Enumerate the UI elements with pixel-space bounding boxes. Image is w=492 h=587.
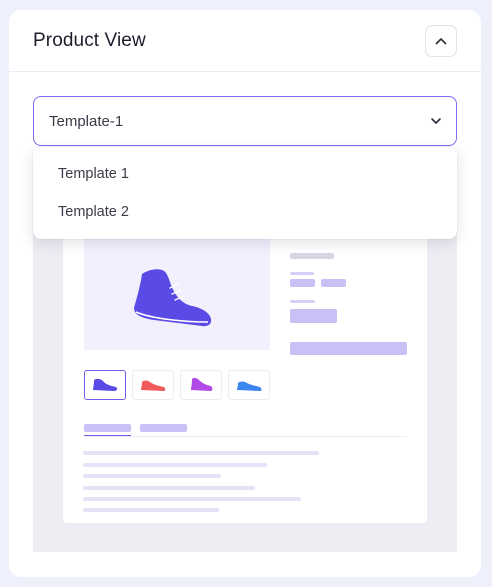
- price-chip-1: [290, 279, 315, 287]
- price-chip-2: [321, 279, 346, 287]
- tabs-divider: [84, 436, 407, 437]
- rating-stars: [290, 253, 334, 259]
- qty-label-line: [290, 300, 315, 303]
- chevron-up-icon: [435, 38, 447, 45]
- panel-title: Product View: [33, 30, 146, 51]
- qty-stepper: [290, 309, 337, 323]
- tab-placeholder-1: [84, 424, 131, 432]
- thumbnail-4: [228, 370, 270, 400]
- sneaker-icon: [237, 381, 262, 391]
- sneaker-icon: [141, 380, 166, 391]
- thumbnail-3: [180, 370, 222, 400]
- thumbnail-2: [132, 370, 174, 400]
- sneaker-icon: [134, 269, 212, 327]
- product-view-panel: Product View Template-1 Template 1 Templ…: [9, 10, 481, 577]
- tab-placeholder-2: [140, 424, 187, 432]
- dropdown-option-template-2[interactable]: Template 2: [33, 193, 457, 231]
- template-select[interactable]: Template-1: [33, 96, 457, 146]
- sneaker-icon: [93, 378, 118, 391]
- description-line: [83, 486, 255, 490]
- template-select-value: Template-1: [49, 113, 124, 130]
- chevron-down-icon: [431, 118, 441, 124]
- add-to-cart-bar: [290, 342, 407, 355]
- product-image: [84, 230, 270, 350]
- description-line: [83, 474, 221, 478]
- title-line: [290, 272, 314, 275]
- thumbnail-1: [84, 370, 126, 400]
- collapse-button[interactable]: [425, 25, 457, 57]
- panel-header: Product View: [9, 10, 481, 72]
- description-line: [83, 463, 267, 467]
- description-line: [83, 497, 301, 501]
- sneaker-icon: [191, 377, 213, 391]
- description-line: [83, 451, 319, 455]
- template-dropdown-menu: Template 1 Template 2: [33, 147, 457, 239]
- dropdown-option-template-1[interactable]: Template 1: [33, 155, 457, 193]
- description-line: [83, 508, 219, 512]
